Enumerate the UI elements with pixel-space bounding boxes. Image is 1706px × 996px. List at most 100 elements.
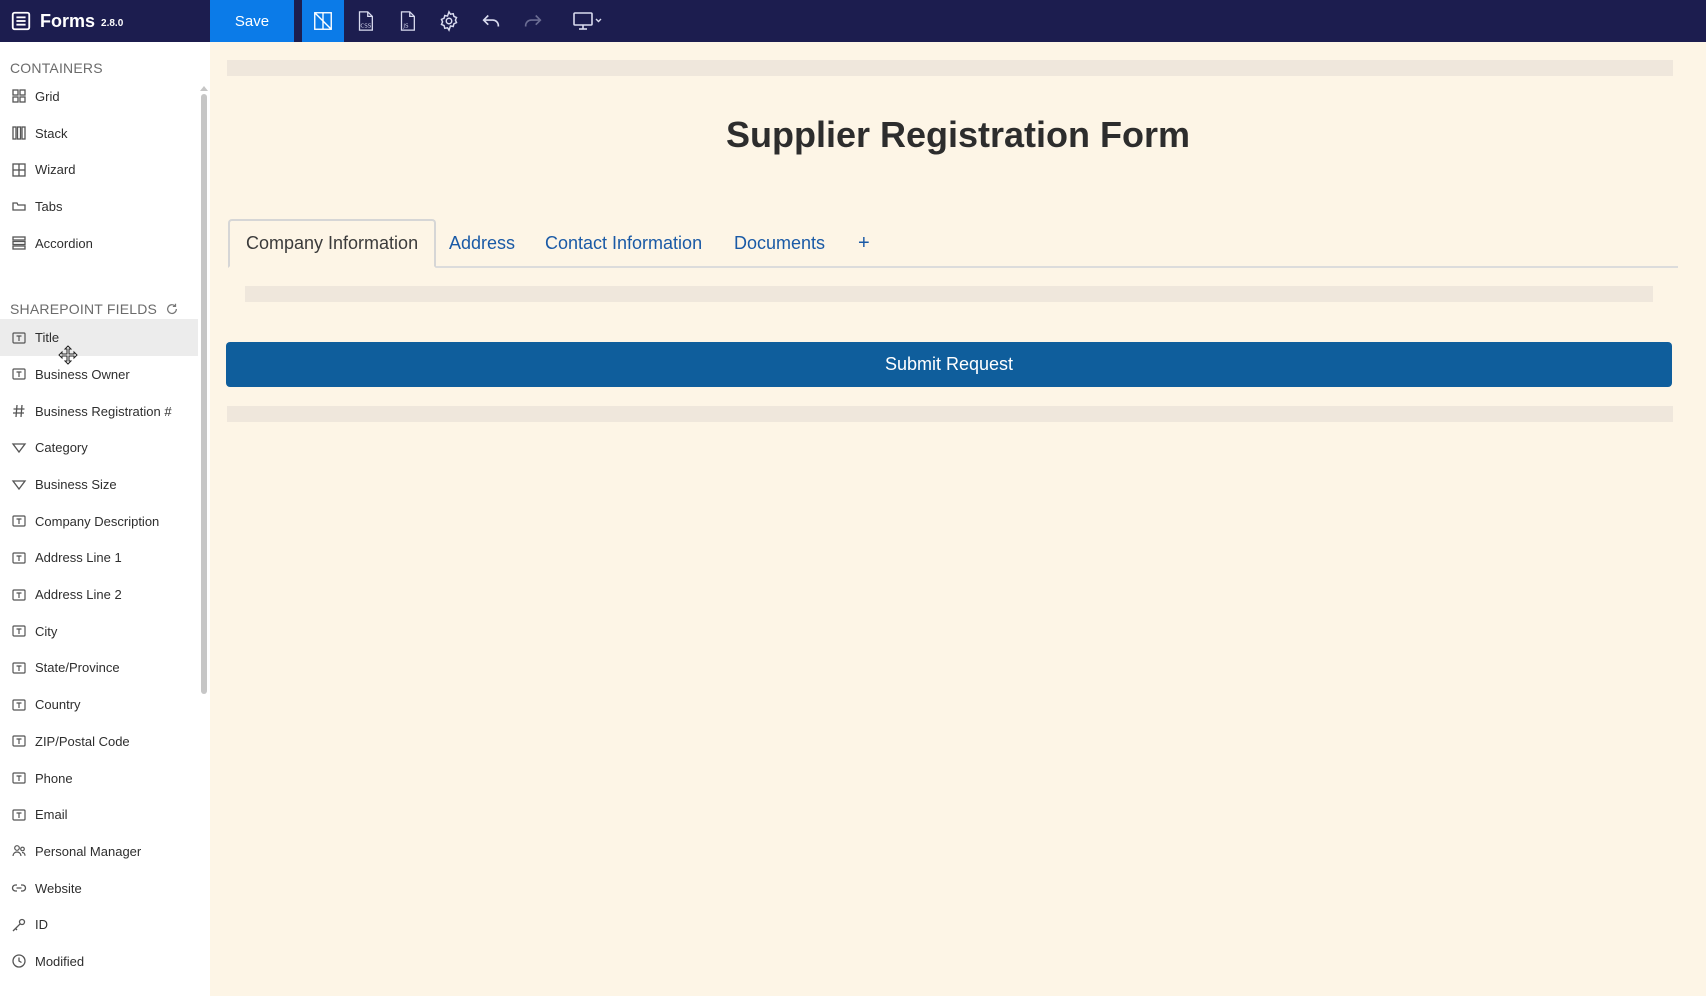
sidebar-item-label: Business Size <box>35 477 117 493</box>
sidebar-item-phone[interactable]: Phone <box>0 760 210 797</box>
sidebar-item-label: Business Owner <box>35 366 130 382</box>
sidebar-item-label: ZIP/Postal Code <box>35 733 130 749</box>
sidebar-item-business-size[interactable]: Business Size <box>0 466 210 503</box>
sidebar-item-label: Email <box>35 807 68 823</box>
link-icon <box>11 880 27 896</box>
sidebar-item-business-registration[interactable]: Business Registration # <box>0 393 210 430</box>
sidebar-item-zip-postal-code[interactable]: ZIP/Postal Code <box>0 723 210 760</box>
sidebar-item-address-line-2[interactable]: Address Line 2 <box>0 576 210 613</box>
undo-icon[interactable] <box>470 0 512 42</box>
text-field-icon <box>11 513 27 529</box>
js-icon[interactable]: JS <box>386 0 428 42</box>
sidebar-item-accordion[interactable]: Accordion <box>0 225 210 262</box>
sidebar-item-label: Phone <box>35 770 73 786</box>
sidebar-item-label: Grid <box>35 88 60 104</box>
text-field-icon <box>11 330 27 346</box>
containers-section-title: CONTAINERS <box>10 60 103 76</box>
svg-text:CSS: CSS <box>360 23 371 29</box>
drop-zone[interactable] <box>227 60 1673 76</box>
tab-address[interactable]: Address <box>449 219 515 268</box>
drop-zone[interactable] <box>227 406 1673 422</box>
css-icon[interactable]: CSS <box>344 0 386 42</box>
sidebar-item-label: State/Province <box>35 660 120 676</box>
layout-icon[interactable] <box>302 0 344 42</box>
sidebar-item-modified[interactable]: Modified <box>0 943 210 980</box>
form-tab-bar: Company Information Address Contact Info… <box>228 219 1678 268</box>
tab-drop-zone[interactable] <box>245 286 1653 302</box>
app-name: Forms <box>40 10 96 31</box>
tab-contact-information[interactable]: Contact Information <box>545 219 702 268</box>
sidebar-item-company-description[interactable]: Company Description <box>0 503 210 540</box>
tabs-icon <box>11 198 27 214</box>
save-button[interactable]: Save <box>210 0 294 42</box>
tab-company-information[interactable]: Company Information <box>228 219 437 268</box>
sidebar: CONTAINERS Grid Stack Wizard Tabs Accord… <box>0 42 210 996</box>
submit-request-button[interactable]: Submit Request <box>226 342 1672 387</box>
scroll-up-arrow-icon[interactable] <box>200 86 208 91</box>
form-title[interactable]: Supplier Registration Form <box>210 114 1706 156</box>
sidebar-item-category[interactable]: Category <box>0 430 210 467</box>
text-field-icon <box>11 660 27 676</box>
grid-icon <box>11 88 27 104</box>
sidebar-item-label: Address Line 2 <box>35 587 122 603</box>
sidebar-item-country[interactable]: Country <box>0 686 210 723</box>
form-canvas: Supplier Registration Form Company Infor… <box>210 42 1706 996</box>
sidebar-item-label: Address Line 1 <box>35 550 122 566</box>
sidebar-item-label: Country <box>35 697 81 713</box>
sidebar-item-label: Stack <box>35 125 68 141</box>
refresh-icon[interactable] <box>165 302 179 316</box>
accordion-icon <box>11 235 27 251</box>
text-field-icon <box>11 697 27 713</box>
text-field-icon <box>11 807 27 823</box>
text-field-icon <box>11 587 27 603</box>
svg-text:JS: JS <box>402 23 409 29</box>
sidebar-item-id[interactable]: ID <box>0 906 210 943</box>
add-tab-button[interactable]: + <box>858 219 870 268</box>
clock-icon <box>11 953 27 969</box>
sidebar-item-label: City <box>35 623 58 639</box>
device-preview-icon[interactable] <box>562 0 612 42</box>
section-title-label: SHAREPOINT FIELDS <box>10 301 158 318</box>
text-field-icon <box>11 623 27 639</box>
sidebar-item-label: Personal Manager <box>35 843 142 859</box>
sidebar-item-title[interactable]: Title <box>0 319 198 357</box>
sidebar-item-business-owner[interactable]: Business Owner <box>0 356 210 393</box>
sidebar-item-state-province[interactable]: State/Province <box>0 650 210 687</box>
sidebar-item-personal-manager[interactable]: Personal Manager <box>0 833 210 870</box>
choice-icon <box>11 477 27 493</box>
move-cursor-icon <box>58 345 78 365</box>
text-field-icon <box>11 550 27 566</box>
sidebar-item-label: Tabs <box>35 198 63 214</box>
redo-icon[interactable] <box>512 0 554 42</box>
sidebar-item-label: Business Registration # <box>35 403 172 419</box>
sidebar-item-label: Company Description <box>35 513 160 529</box>
top-toolbar: Forms 2.8.0 Save CSS JS <box>0 0 1706 42</box>
app-brand: Forms 2.8.0 <box>0 0 210 42</box>
person-icon <box>11 843 27 859</box>
text-field-icon <box>11 770 27 786</box>
sidebar-item-website[interactable]: Website <box>0 870 210 907</box>
sidebar-item-email[interactable]: Email <box>0 796 210 833</box>
sidebar-item-stack[interactable]: Stack <box>0 115 210 152</box>
hamburger-menu-icon[interactable] <box>10 10 32 32</box>
app-version: 2.8.0 <box>101 18 124 29</box>
text-field-icon <box>11 733 27 749</box>
sidebar-item-label: Accordion <box>35 235 93 251</box>
sidebar-item-label: Category <box>35 440 88 456</box>
wizard-icon <box>11 162 27 178</box>
tab-documents[interactable]: Documents <box>734 219 825 268</box>
sidebar-item-label: Wizard <box>35 162 76 178</box>
number-icon <box>11 403 27 419</box>
sidebar-item-grid[interactable]: Grid <box>0 78 210 115</box>
stack-icon <box>11 125 27 141</box>
sidebar-item-wizard[interactable]: Wizard <box>0 151 210 188</box>
settings-icon[interactable] <box>428 0 470 42</box>
key-icon <box>11 917 27 933</box>
choice-icon <box>11 440 27 456</box>
sidebar-item-label: Modified <box>35 953 85 969</box>
sidebar-item-city[interactable]: City <box>0 613 210 650</box>
sidebar-item-address-line-1[interactable]: Address Line 1 <box>0 540 210 577</box>
sidebar-item-label: Website <box>35 880 82 896</box>
sidebar-scrollbar[interactable] <box>201 94 207 694</box>
sidebar-item-tabs[interactable]: Tabs <box>0 188 210 225</box>
